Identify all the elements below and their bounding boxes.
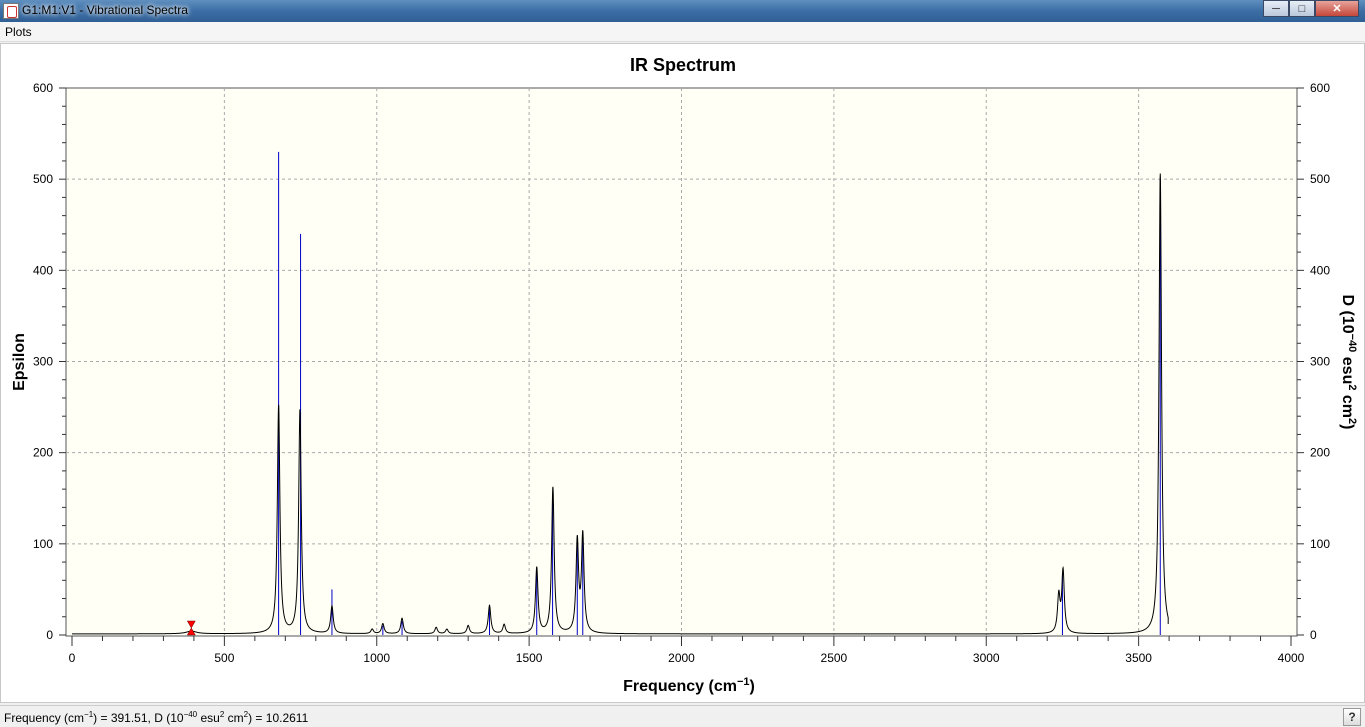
y2-tick-label: 100 <box>1310 537 1330 551</box>
close-icon[interactable]: ✕ <box>1315 0 1359 17</box>
y2-tick-label: 0 <box>1310 628 1317 642</box>
x-tick-label: 0 <box>69 651 76 665</box>
plot-panel: 0 500 1000 1500 2000 2500 3000 3500 4000 0 0 100 100… <box>0 43 1365 703</box>
x-tick-label: 2000 <box>668 651 695 665</box>
status-bar: Frequency (cm−1) = 391.51, D (10−40 esu2… <box>0 705 1365 727</box>
menu-plots[interactable]: Plots <box>5 25 32 39</box>
x-axis-label: Frequency (cm−1) <box>623 676 755 695</box>
window-title: G1:M1:V1 - Vibrational Spectra <box>22 3 188 17</box>
status-readout: Frequency (cm−1) = 391.51, D (10−40 esu2… <box>4 710 309 725</box>
y-tick-label: 0 <box>46 628 53 642</box>
x-tick-label: 500 <box>214 651 234 665</box>
x-tick-label: 2500 <box>821 651 848 665</box>
y2-tick-label: 300 <box>1310 355 1330 369</box>
y2-axis-label: D (10−40 esu2 cm2) <box>1339 295 1358 430</box>
y2-tick-label: 500 <box>1310 172 1330 186</box>
window-titlebar: G1:M1:V1 - Vibrational Spectra ─ □ ✕ <box>0 0 1365 22</box>
y-tick-label: 500 <box>33 172 53 186</box>
y-tick-label: 400 <box>33 263 53 277</box>
x-tick-label: 3500 <box>1125 651 1152 665</box>
y-tick-label: 100 <box>33 537 53 551</box>
y-tick-label: 200 <box>33 446 53 460</box>
minimize-icon[interactable]: ─ <box>1263 0 1289 17</box>
ir-spectrum-chart[interactable]: 0 500 1000 1500 2000 2500 3000 3500 4000 0 0 100 100… <box>1 44 1365 704</box>
maximize-icon[interactable]: □ <box>1289 0 1315 17</box>
x-tick-label: 1500 <box>516 651 543 665</box>
x-tick-label: 3000 <box>973 651 1000 665</box>
y-tick-label: 300 <box>33 355 53 369</box>
y-tick-label: 600 <box>33 81 53 95</box>
y2-tick-label: 200 <box>1310 446 1330 460</box>
app-icon <box>3 3 19 19</box>
x-tick-label: 1000 <box>363 651 390 665</box>
y2-tick-label: 600 <box>1310 81 1330 95</box>
chart-title: IR Spectrum <box>630 55 736 75</box>
x-tick-label: 4000 <box>1278 651 1305 665</box>
question-mark-icon[interactable]: ? <box>1343 708 1361 726</box>
y2-tick-label: 400 <box>1310 263 1330 277</box>
window-controls: ─ □ ✕ <box>1263 0 1359 18</box>
menu-bar: Plots <box>0 22 1365 42</box>
y-axis-label: Epsilon <box>11 333 28 391</box>
